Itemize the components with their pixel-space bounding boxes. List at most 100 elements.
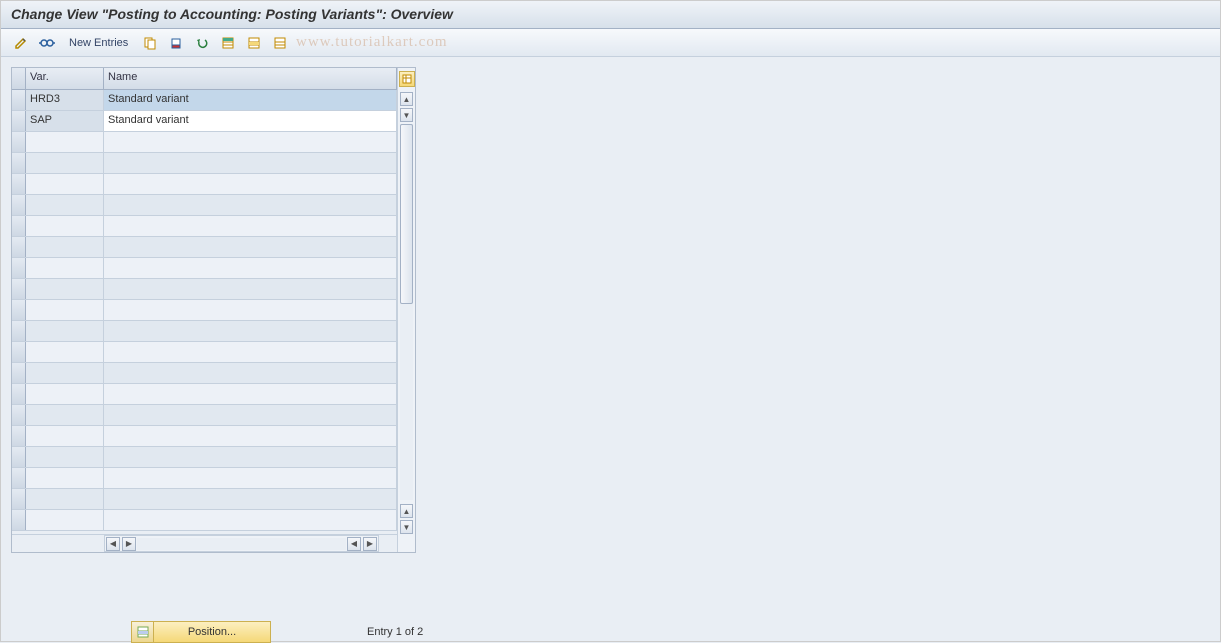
cell-name[interactable] [104, 468, 397, 488]
cell-name[interactable] [104, 174, 397, 194]
cell-var[interactable]: HRD3 [26, 90, 104, 110]
scroll-down-step-icon[interactable]: ▼ [400, 108, 413, 122]
cell-var[interactable] [26, 447, 104, 467]
scroll-right-icon[interactable]: ▶ [363, 537, 377, 551]
table-frame: Var. Name HRD3Standard variantSAPStandar… [11, 67, 416, 553]
select-block-icon[interactable] [244, 33, 264, 53]
table-row [12, 342, 397, 363]
row-selector[interactable] [12, 342, 26, 362]
cell-var[interactable] [26, 153, 104, 173]
cell-name[interactable] [104, 237, 397, 257]
horizontal-scroll-track[interactable] [137, 538, 346, 550]
row-selector[interactable] [12, 384, 26, 404]
display-icon[interactable] [37, 33, 57, 53]
cell-var[interactable] [26, 321, 104, 341]
row-selector[interactable] [12, 489, 26, 509]
cell-var[interactable] [26, 510, 104, 530]
row-selector[interactable] [12, 363, 26, 383]
cell-var[interactable] [26, 426, 104, 446]
cell-name[interactable] [104, 195, 397, 215]
cell-name[interactable]: Standard variant [104, 111, 397, 131]
cell-name[interactable]: Standard variant [104, 90, 397, 110]
cell-var[interactable] [26, 258, 104, 278]
row-selector[interactable] [12, 237, 26, 257]
cell-name[interactable] [104, 384, 397, 404]
cell-var[interactable] [26, 174, 104, 194]
cell-var[interactable]: SAP [26, 111, 104, 131]
table-row [12, 174, 397, 195]
cell-var[interactable] [26, 489, 104, 509]
cell-name[interactable] [104, 363, 397, 383]
page-title: Change View "Posting to Accounting: Post… [1, 1, 1220, 29]
column-header-var[interactable]: Var. [26, 68, 104, 89]
cell-var[interactable] [26, 363, 104, 383]
scroll-left-icon[interactable]: ◀ [106, 537, 120, 551]
row-selector[interactable] [12, 279, 26, 299]
cell-name[interactable] [104, 489, 397, 509]
row-selector[interactable] [12, 153, 26, 173]
table-row [12, 384, 397, 405]
table-row [12, 447, 397, 468]
row-selector[interactable] [12, 447, 26, 467]
row-selector[interactable] [12, 510, 26, 530]
row-selector[interactable] [12, 132, 26, 152]
cell-name[interactable] [104, 426, 397, 446]
table-config-icon[interactable] [399, 71, 415, 87]
row-selector[interactable] [12, 300, 26, 320]
table-row [12, 279, 397, 300]
cell-name[interactable] [104, 300, 397, 320]
row-selector[interactable] [12, 111, 26, 131]
cell-name[interactable] [104, 342, 397, 362]
vertical-scroll-thumb[interactable] [400, 124, 413, 304]
cell-name[interactable] [104, 321, 397, 341]
cell-name[interactable] [104, 216, 397, 236]
undo-icon[interactable] [192, 33, 212, 53]
row-selector[interactable] [12, 321, 26, 341]
scroll-up-icon[interactable]: ▲ [400, 92, 413, 106]
row-selector[interactable] [12, 426, 26, 446]
vertical-scrollbar: ▲ ▼ ▲ ▼ [397, 68, 415, 552]
table-header: Var. Name [12, 68, 397, 90]
cell-name[interactable] [104, 510, 397, 530]
cell-var[interactable] [26, 237, 104, 257]
row-selector[interactable] [12, 468, 26, 488]
cell-name[interactable] [104, 405, 397, 425]
scroll-down-icon[interactable]: ▼ [400, 520, 413, 534]
table-row [12, 489, 397, 510]
cell-var[interactable] [26, 132, 104, 152]
select-all-icon[interactable] [218, 33, 238, 53]
row-selector[interactable] [12, 195, 26, 215]
position-button-label: Position... [154, 626, 270, 638]
cell-var[interactable] [26, 300, 104, 320]
row-selector[interactable] [12, 216, 26, 236]
cell-name[interactable] [104, 258, 397, 278]
row-selector[interactable] [12, 258, 26, 278]
position-button[interactable]: Position... [131, 621, 271, 643]
row-selector[interactable] [12, 405, 26, 425]
cell-var[interactable] [26, 384, 104, 404]
delete-icon[interactable] [166, 33, 186, 53]
footer-bar: Position... Entry 1 of 2 [131, 621, 423, 643]
scroll-up-step-icon[interactable]: ▲ [400, 504, 413, 518]
scroll-right-step-icon[interactable]: ▶ [122, 537, 136, 551]
cell-name[interactable] [104, 279, 397, 299]
cell-name[interactable] [104, 132, 397, 152]
change-icon[interactable] [11, 33, 31, 53]
cell-var[interactable] [26, 342, 104, 362]
scroll-left-step-icon[interactable]: ◀ [347, 537, 361, 551]
row-selector[interactable] [12, 90, 26, 110]
cell-name[interactable] [104, 447, 397, 467]
copy-icon[interactable] [140, 33, 160, 53]
cell-var[interactable] [26, 405, 104, 425]
vertical-scroll-track[interactable] [400, 124, 413, 500]
column-header-name[interactable]: Name [104, 68, 397, 89]
cell-var[interactable] [26, 279, 104, 299]
deselect-icon[interactable] [270, 33, 290, 53]
cell-var[interactable] [26, 468, 104, 488]
new-entries-button[interactable]: New Entries [63, 35, 134, 51]
cell-var[interactable] [26, 195, 104, 215]
table-corner[interactable] [12, 68, 26, 89]
cell-name[interactable] [104, 153, 397, 173]
row-selector[interactable] [12, 174, 26, 194]
cell-var[interactable] [26, 216, 104, 236]
